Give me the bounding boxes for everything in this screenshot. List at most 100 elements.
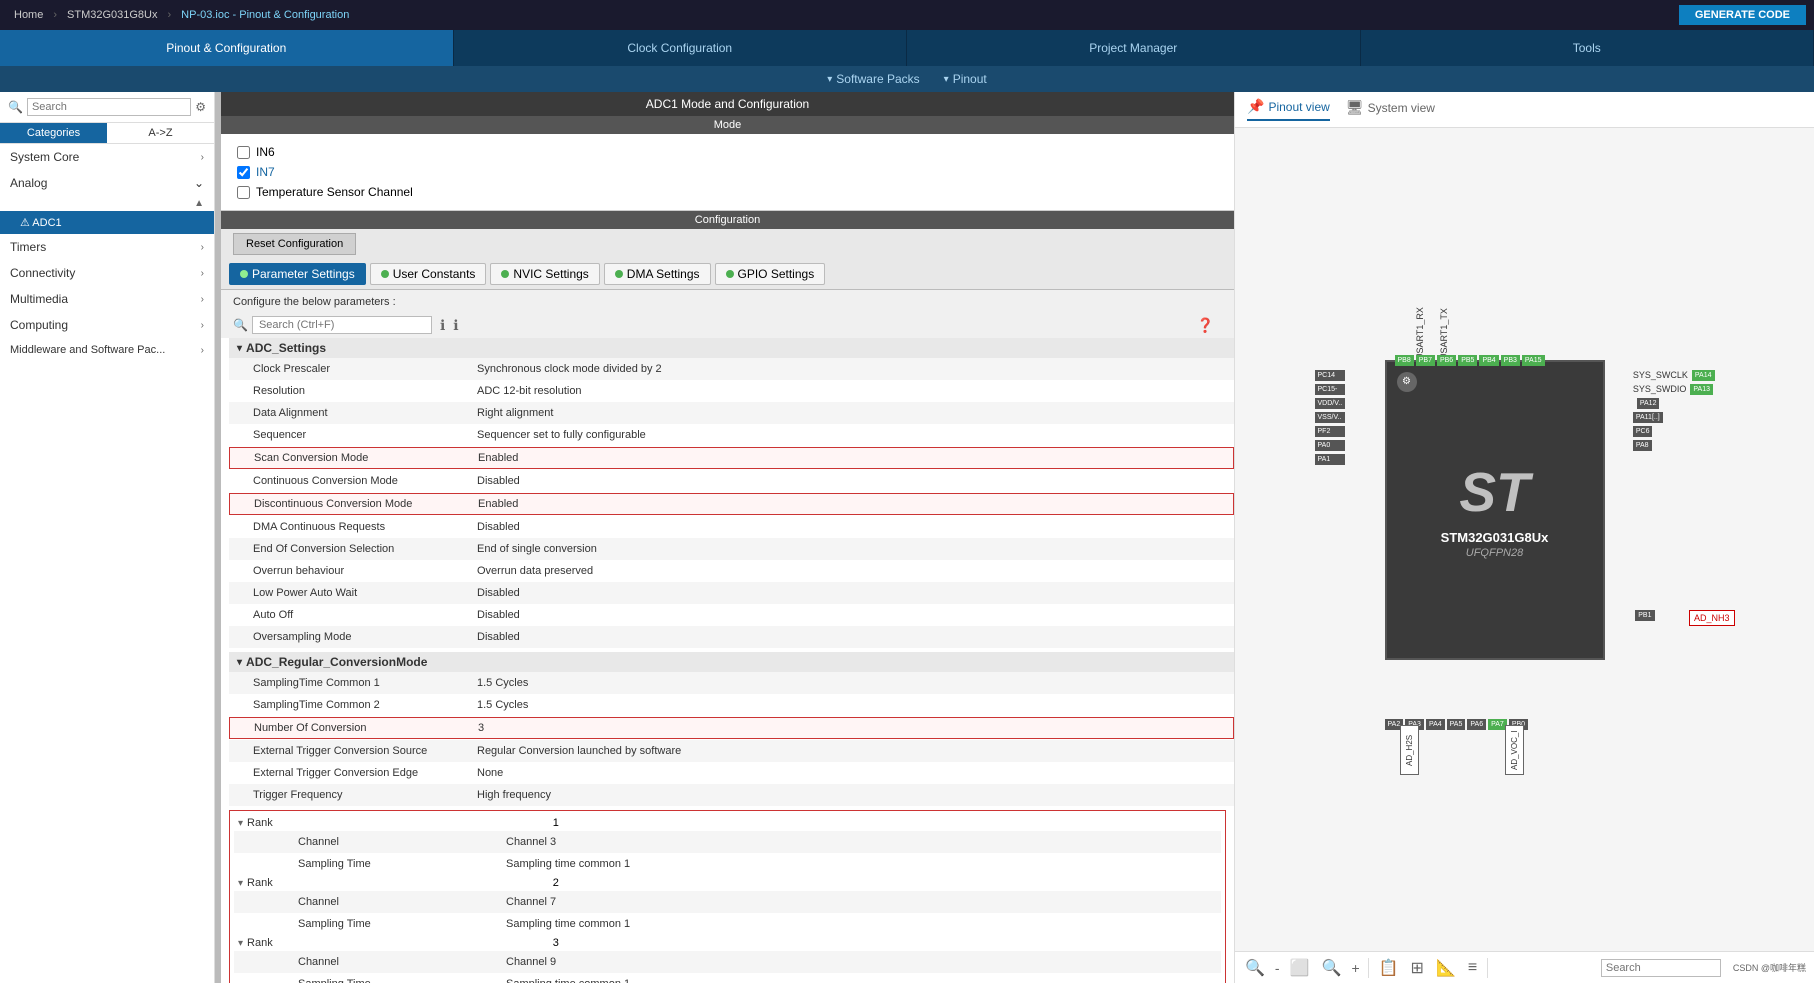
pin-pa8[interactable]: PA8 bbox=[1633, 440, 1652, 451]
settings-icon[interactable]: ⚙ bbox=[195, 100, 206, 114]
in6-checkbox[interactable] bbox=[237, 146, 250, 159]
chevron-right-icon-connectivity: › bbox=[201, 268, 204, 279]
sidebar-item-adc1[interactable]: ⚠ ADC1 bbox=[0, 211, 214, 234]
sidebar-item-connectivity[interactable]: Connectivity › bbox=[0, 260, 214, 286]
analog-collapse-arrow[interactable]: ▲ bbox=[0, 196, 214, 211]
fit-view-icon[interactable]: ⬜ bbox=[1288, 956, 1312, 980]
pin-pc6[interactable]: PC6 bbox=[1633, 426, 1653, 437]
zoom-out-icon[interactable]: 🔍 bbox=[1243, 956, 1267, 980]
pin-pf2[interactable]: PF2 bbox=[1315, 426, 1346, 437]
view-tab-system[interactable]: 🖥 System view bbox=[1346, 99, 1435, 120]
checkbox-temp-sensor: Temperature Sensor Channel bbox=[237, 182, 1218, 202]
pin-pa8-row: PA8 bbox=[1633, 440, 1715, 451]
checkbox-in7: IN7 bbox=[237, 162, 1218, 182]
pin-ad-h2s-label[interactable]: AD_H2S bbox=[1400, 725, 1419, 775]
tab-nvic-settings[interactable]: NVIC Settings bbox=[490, 263, 599, 285]
config-search-area: 🔍 ℹ ℹ ❓ bbox=[221, 312, 1234, 338]
info-icon-2[interactable]: ℹ bbox=[453, 317, 458, 334]
pin-pa12[interactable]: PA12 bbox=[1637, 398, 1660, 409]
pin-pc14[interactable]: PC14 bbox=[1315, 370, 1346, 381]
sidebar-item-multimedia[interactable]: Multimedia › bbox=[0, 286, 214, 312]
setting-dma-continuous-requests: DMA Continuous Requests Disabled bbox=[229, 516, 1234, 538]
layers-icon[interactable]: 📐 bbox=[1434, 956, 1458, 980]
pin-pa4[interactable]: PA4 bbox=[1426, 719, 1445, 730]
zoom-out-minus: - bbox=[1275, 960, 1280, 976]
zoom-in-plus: + bbox=[1351, 960, 1359, 976]
pin-pb8[interactable]: PB8 bbox=[1395, 355, 1414, 366]
setting-ext-trigger-edge: External Trigger Conversion Edge None bbox=[229, 762, 1234, 784]
sidebar-item-system-core[interactable]: System Core › bbox=[0, 144, 214, 170]
subtab-pinout[interactable]: ▾ Pinout bbox=[944, 72, 987, 86]
pin-pc15[interactable]: PC15- bbox=[1315, 384, 1346, 395]
setting-scan-conversion-mode: Scan Conversion Mode Enabled bbox=[229, 447, 1234, 469]
config-search-input[interactable] bbox=[252, 316, 432, 334]
info-icon-1[interactable]: ℹ bbox=[440, 317, 445, 334]
tab-dma-settings[interactable]: DMA Settings bbox=[604, 263, 711, 285]
copy-icon[interactable]: 📋 bbox=[1377, 956, 1401, 980]
toolbar-separator-1 bbox=[1368, 958, 1369, 978]
search-chip-input[interactable] bbox=[1601, 959, 1721, 977]
rank-1-collapse[interactable]: ▾ Rank 1 bbox=[234, 815, 1221, 831]
view-tab-pinout[interactable]: 📌 Pinout view bbox=[1247, 98, 1330, 121]
parameter-tabs: Parameter Settings User Constants NVIC S… bbox=[221, 259, 1234, 290]
pin-pa6[interactable]: PA6 bbox=[1467, 719, 1486, 730]
pin-pb5[interactable]: PB5 bbox=[1458, 355, 1477, 366]
generate-code-button[interactable]: GENERATE CODE bbox=[1679, 5, 1806, 25]
sidebar-item-timers[interactable]: Timers › bbox=[0, 234, 214, 260]
pin-ad-voc-label[interactable]: AD_VOC_I bbox=[1505, 725, 1524, 775]
chip-diagram-area: USART1_RX USART1_TX ⚙ ST STM32G031G8Ux U… bbox=[1235, 128, 1814, 951]
chevron-right-icon-multimedia: › bbox=[201, 294, 204, 305]
pin-ad-nh3-label[interactable]: AD_NH3 bbox=[1689, 610, 1735, 626]
pin-pb4[interactable]: PB4 bbox=[1479, 355, 1498, 366]
left-pins: PC14 PC15- VDD/V.. VSS/V.. PF2 PA0 PA1 bbox=[1315, 370, 1346, 465]
subtab-software-packs[interactable]: ▾ Software Packs bbox=[827, 72, 919, 86]
temp-sensor-checkbox[interactable] bbox=[237, 186, 250, 199]
tab-clock-configuration[interactable]: Clock Configuration bbox=[454, 30, 908, 66]
adc-regular-section-header[interactable]: ▾ ADC_Regular_ConversionMode bbox=[229, 652, 1234, 672]
pin-pa0[interactable]: PA0 bbox=[1315, 440, 1346, 451]
pin-pa11[interactable]: PA11[..] bbox=[1633, 412, 1663, 423]
sidebar-item-analog[interactable]: Analog ⌄ bbox=[0, 170, 214, 196]
configure-info-text: Configure the below parameters : bbox=[221, 290, 1234, 312]
pin-pc6-row: PC6 bbox=[1633, 426, 1715, 437]
pin-pb7[interactable]: PB7 bbox=[1416, 355, 1435, 366]
sidebar-item-computing[interactable]: Computing › bbox=[0, 312, 214, 338]
tab-categories[interactable]: Categories bbox=[0, 123, 107, 143]
pin-pa13[interactable]: PA13 bbox=[1690, 384, 1713, 395]
sys-swclk-label: SYS_SWCLK bbox=[1633, 370, 1688, 380]
pin-pa1[interactable]: PA1 bbox=[1315, 454, 1346, 465]
grid-icon[interactable]: ⊞ bbox=[1409, 956, 1426, 980]
breadcrumb-home[interactable]: Home bbox=[8, 9, 49, 21]
breadcrumb-device[interactable]: STM32G031G8Ux bbox=[61, 9, 163, 21]
setting-data-alignment: Data Alignment Right alignment bbox=[229, 402, 1234, 424]
tab-tools[interactable]: Tools bbox=[1361, 30, 1814, 66]
sidebar-item-middleware[interactable]: Middleware and Software Pac... › bbox=[0, 338, 214, 362]
setting-sampling-time-2: SamplingTime Common 2 1.5 Cycles bbox=[229, 694, 1234, 716]
pin-ad-voc-container: AD_VOC_I bbox=[1505, 725, 1524, 775]
tab-user-constants[interactable]: User Constants bbox=[370, 263, 487, 285]
zoom-in-icon[interactable]: 🔍 bbox=[1320, 956, 1344, 980]
tab-project-manager[interactable]: Project Manager bbox=[907, 30, 1361, 66]
pin-pa14[interactable]: PA14 bbox=[1692, 370, 1715, 381]
reset-configuration-button[interactable]: Reset Configuration bbox=[233, 233, 356, 255]
list-icon[interactable]: ≡ bbox=[1466, 957, 1479, 979]
pin-pb3[interactable]: PB3 bbox=[1501, 355, 1520, 366]
section2-label: ADC_Regular_ConversionMode bbox=[246, 655, 427, 669]
tab-atoz[interactable]: A->Z bbox=[107, 123, 214, 143]
adc-settings-section-header[interactable]: ▾ ADC_Settings bbox=[229, 338, 1234, 358]
usart1-rx-label: USART1_RX bbox=[1415, 300, 1425, 360]
rank-2-collapse[interactable]: ▾ Rank 2 bbox=[234, 875, 1221, 891]
tab-gpio-settings[interactable]: GPIO Settings bbox=[715, 263, 826, 285]
pin-pa5[interactable]: PA5 bbox=[1447, 719, 1466, 730]
pin-pb6[interactable]: PB6 bbox=[1437, 355, 1456, 366]
tab-pinout-configuration[interactable]: Pinout & Configuration bbox=[0, 30, 454, 66]
ranks-container: ▾ Rank 1 Channel Channel 3 Sampling Time… bbox=[229, 810, 1226, 983]
csdn-watermark: CSDN @咖啡年糕 bbox=[1733, 961, 1806, 974]
tab-parameter-settings[interactable]: Parameter Settings bbox=[229, 263, 366, 285]
pin-pb1[interactable]: PB1 bbox=[1635, 610, 1654, 621]
rank-3-collapse[interactable]: ▾ Rank 3 bbox=[234, 935, 1221, 951]
in7-checkbox[interactable] bbox=[237, 166, 250, 179]
help-icon: ❓ bbox=[1197, 317, 1214, 334]
pin-pa15[interactable]: PA15 bbox=[1522, 355, 1545, 366]
sidebar-search-input[interactable] bbox=[27, 98, 191, 116]
